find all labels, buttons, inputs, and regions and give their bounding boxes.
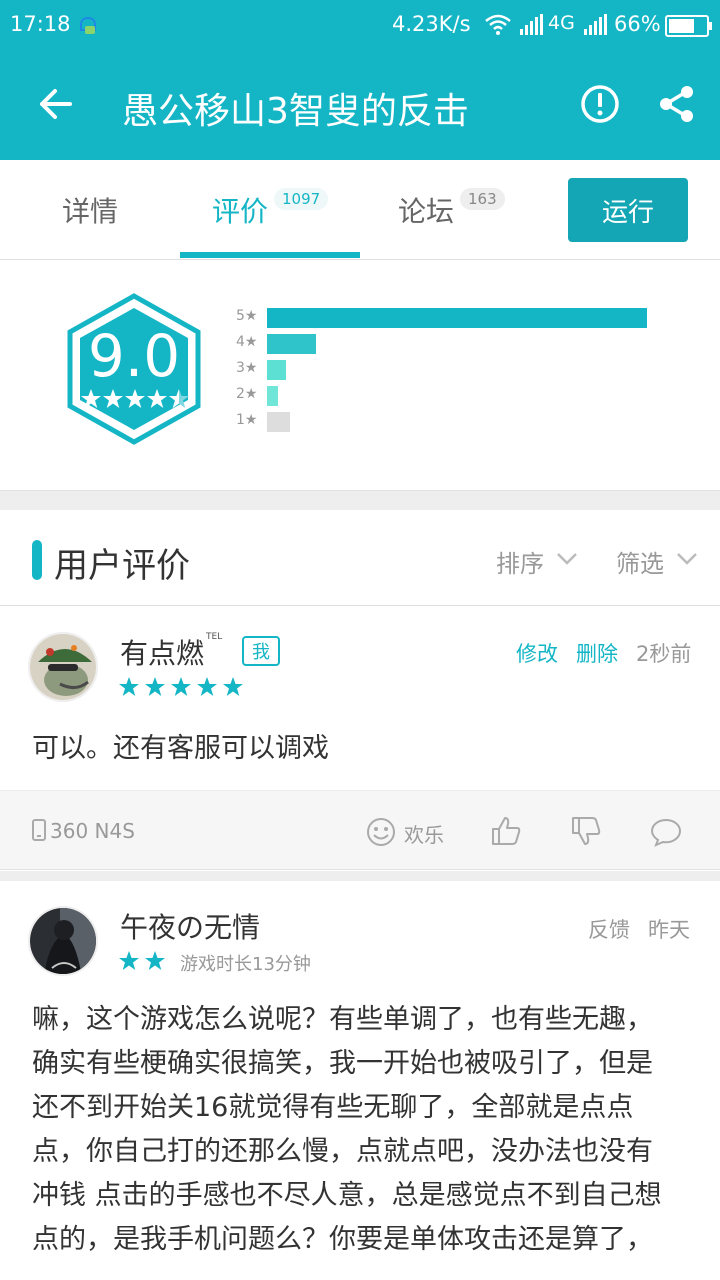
avatar[interactable] — [28, 632, 98, 702]
sort-dropdown[interactable]: 排序 — [496, 544, 544, 579]
signal-icon — [584, 14, 607, 35]
tab-label: 论坛 — [398, 195, 455, 228]
thumbs-down-icon[interactable] — [570, 815, 602, 847]
username[interactable]: 有点燃 TEL — [120, 632, 222, 672]
rating-row-label: 1★ — [236, 412, 258, 428]
review-count-badge: 1097 — [274, 188, 329, 210]
filter-dropdown[interactable]: 筛选 — [616, 544, 664, 579]
signal-icon — [520, 14, 543, 35]
report-icon[interactable] — [580, 84, 620, 124]
edit-link[interactable]: 修改 — [516, 638, 558, 668]
comment-icon[interactable] — [650, 817, 682, 847]
net-speed: 4.23K/s — [392, 12, 471, 36]
feedback-link[interactable]: 反馈 — [588, 914, 630, 944]
chevron-down-icon[interactable] — [676, 552, 698, 566]
review-time: 昨天 — [648, 918, 690, 942]
status-bar: 17:18 4.23K/s 4G 66% — [0, 0, 720, 52]
thumbs-up-icon[interactable] — [490, 815, 522, 847]
tel-mark: TEL — [206, 632, 223, 642]
battery-percent: 66% — [614, 12, 661, 36]
review-time: 2秒前 — [636, 642, 692, 666]
battery-icon — [665, 15, 712, 37]
device-name: 360 N4S — [50, 819, 135, 843]
review-line: 还不到开始关16就觉得有些无聊了，全部就是点点 — [32, 1092, 634, 1123]
run-button[interactable]: 运行 — [568, 178, 688, 242]
reviews-header: 用户评价 排序 筛选 — [0, 510, 720, 606]
review-line: 确实有些梗确实很搞笑，我一开始也被吸引了，但是 — [32, 1048, 653, 1079]
page-title: 愚公移山3智叟的反击 — [122, 91, 469, 132]
forum-count-badge: 163 — [460, 188, 505, 210]
rating-row-label: 3★ — [236, 360, 258, 376]
wifi-icon — [485, 14, 511, 35]
phone-icon — [32, 819, 46, 841]
share-icon[interactable] — [656, 84, 696, 124]
tab-reviews[interactable]: 评价 1097 — [212, 188, 329, 230]
review-divider — [0, 871, 720, 881]
notification-app-icon — [80, 17, 96, 34]
tab-bar: 详情 评价 1097 论坛 163 运行 — [0, 160, 720, 260]
emotion-label[interactable]: 欢乐 — [404, 819, 444, 848]
delete-link[interactable]: 删除 — [576, 638, 618, 668]
rating-row-label: 5★ — [236, 308, 258, 324]
review-text: 嘛，这个游戏怎么说呢？有些单调了，也有些无趣， 确实有些梗确实很搞笑，我一开始也… — [32, 998, 692, 1262]
average-score: 9.0 — [87, 322, 181, 390]
rating-row-label: 2★ — [236, 386, 258, 402]
review-line: 点，你自己打的还那么慢，点就点吧，没办法也没有 — [32, 1136, 653, 1167]
chevron-down-icon[interactable] — [556, 552, 578, 566]
tab-details[interactable]: 详情 — [62, 190, 118, 230]
avatar[interactable] — [28, 906, 98, 976]
section-title: 用户评价 — [54, 546, 190, 586]
section-divider — [0, 490, 720, 510]
play-time: 游戏时长13分钟 — [180, 954, 311, 975]
review-line: 嘛，这个游戏怎么说呢？有些单调了，也有些无趣， — [32, 1004, 653, 1035]
top-bar: 17:18 4.23K/s 4G 66% 愚公移山3智叟的反击 — [0, 0, 720, 160]
app-bar: 愚公移山3智叟的反击 — [0, 52, 720, 160]
review-stars — [119, 677, 243, 696]
review-stars — [119, 951, 165, 970]
rating-bar-3 — [267, 360, 286, 380]
review-text: 可以。还有客服可以调戏 — [32, 733, 329, 764]
back-arrow-icon[interactable] — [36, 84, 76, 124]
tab-label: 详情 — [62, 195, 119, 228]
me-tag: 我 — [242, 636, 280, 666]
rating-bar-2 — [267, 386, 278, 406]
smile-icon[interactable] — [366, 817, 396, 847]
rating-bar-4 — [267, 334, 316, 354]
active-tab-indicator — [180, 252, 360, 258]
section-accent — [32, 540, 42, 580]
username[interactable]: 午夜の无情 — [120, 906, 260, 946]
review-line: 冲钱 点击的手感也不尽人意，总是感觉点不到自己想 — [32, 1180, 662, 1211]
tab-label: 评价 — [212, 195, 269, 228]
review-line: 点的，是我手机问题么？你要是单体攻击还是算了， — [32, 1224, 653, 1255]
status-time: 17:18 — [10, 12, 71, 36]
review-actions-bar: 360 N4S 欢乐 — [0, 790, 720, 870]
rating-row-label: 4★ — [236, 334, 258, 350]
rating-bar-1 — [267, 412, 290, 432]
score-stars — [81, 389, 189, 408]
rating-summary: 9.0 5★ 4★ 3★ 2★ 1★ — [0, 260, 720, 490]
rating-bar-5 — [267, 308, 647, 328]
network-type: 4G — [548, 12, 575, 34]
tab-forum[interactable]: 论坛 163 — [398, 188, 505, 230]
